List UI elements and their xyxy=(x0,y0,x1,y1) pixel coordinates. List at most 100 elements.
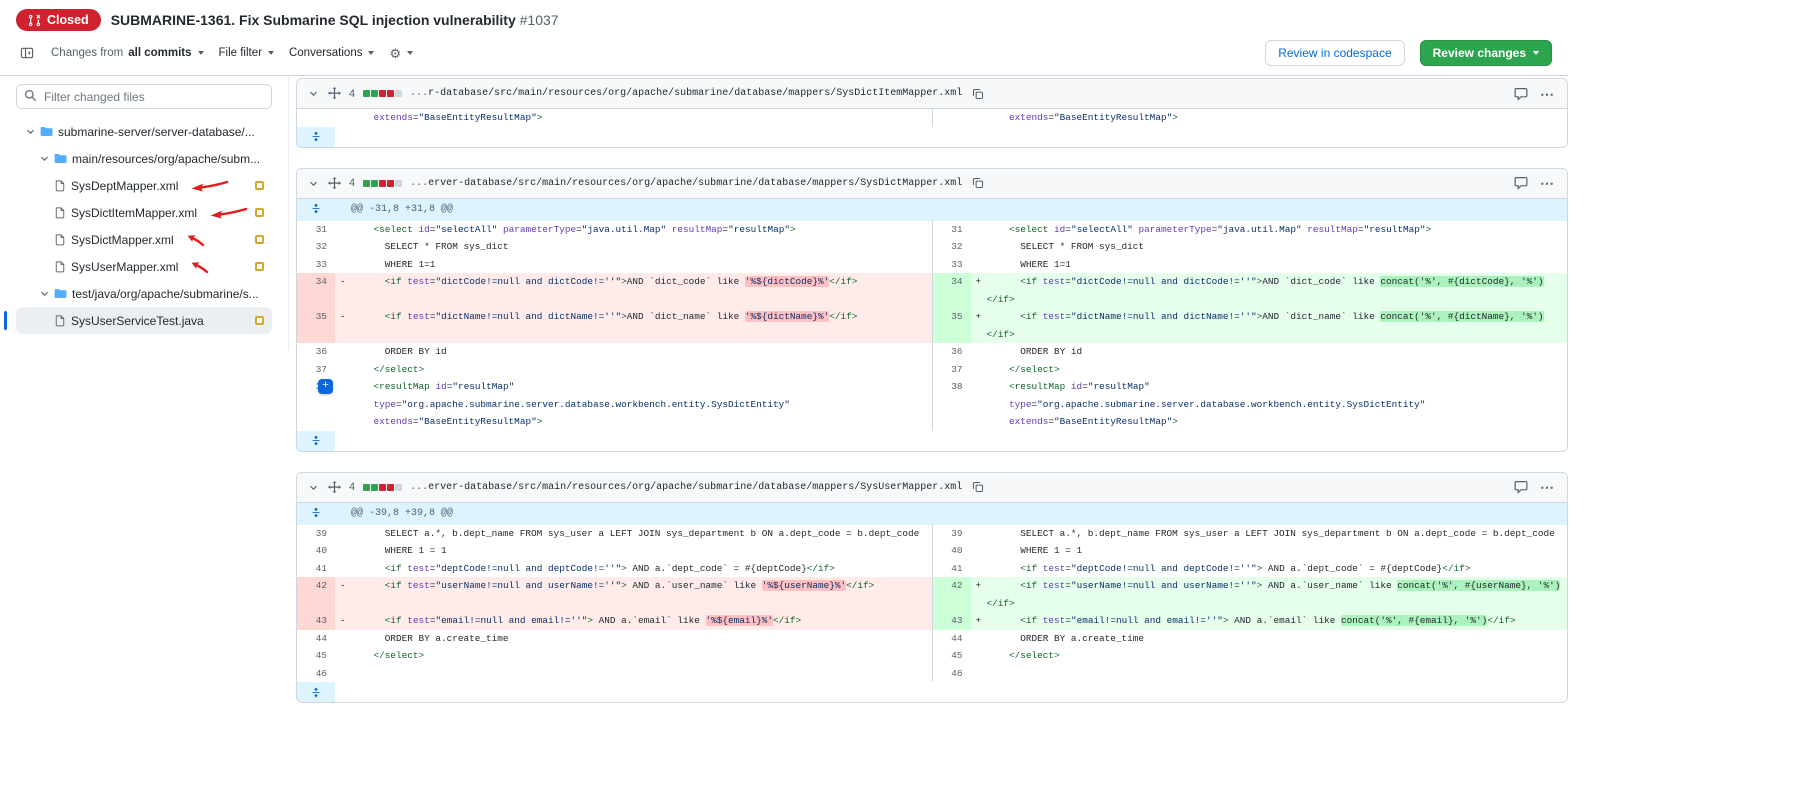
file-kebab-button[interactable]: ⋯ xyxy=(1538,88,1557,100)
line-number[interactable]: 33 xyxy=(933,256,971,274)
expand-hunk-button[interactable] xyxy=(309,506,323,519)
line-number[interactable]: 36 xyxy=(933,343,971,361)
code-token: "resultMap" xyxy=(1364,224,1426,235)
unfold-icon xyxy=(311,686,321,699)
code-line: SELECT a.*, b.dept_name FROM sys_user a … xyxy=(335,525,932,543)
line-number[interactable]: 31 xyxy=(297,221,335,239)
tree-folder-test-java-org-apache-submarine-s[interactable]: test/java/org/apache/submarine/s... xyxy=(16,280,272,307)
copy-path-button[interactable] xyxy=(970,86,986,102)
line-number[interactable]: 44 xyxy=(297,630,335,648)
viewed-checkbox[interactable] xyxy=(255,208,264,217)
code-token xyxy=(351,311,385,322)
diff-sign: + xyxy=(976,308,982,326)
code-token xyxy=(351,563,385,574)
expand-hunk-button[interactable] xyxy=(309,202,323,215)
file-comment-button[interactable] xyxy=(1512,478,1530,496)
diff-settings-dropdown[interactable]: ⚙ xyxy=(389,47,413,60)
viewed-checkbox[interactable] xyxy=(255,262,264,271)
diffstat-block xyxy=(395,90,402,97)
line-number[interactable]: 42 xyxy=(297,577,335,612)
line-number[interactable]: 39 xyxy=(297,525,335,543)
line-number[interactable]: 46 xyxy=(297,665,335,683)
line-number[interactable]: 36 xyxy=(297,343,335,361)
diff-cell-new: 46 xyxy=(932,665,1568,683)
line-number[interactable]: 38 xyxy=(933,378,971,396)
line-number[interactable]: 34 xyxy=(933,273,971,308)
code-token: "java.util.Map" xyxy=(582,224,666,235)
line-number[interactable]: 37 xyxy=(933,361,971,379)
file-comment-button[interactable] xyxy=(1512,174,1530,192)
line-number[interactable]: 45 xyxy=(933,647,971,665)
viewed-checkbox[interactable] xyxy=(255,316,264,325)
line-number[interactable]: 34 xyxy=(297,273,335,308)
line-number[interactable]: 44 xyxy=(933,630,971,648)
review-changes-button[interactable]: Review changes xyxy=(1420,40,1552,66)
commits-dropdown[interactable]: Changes from all commits xyxy=(51,47,204,59)
line-number[interactable]: 40 xyxy=(297,542,335,560)
copy-path-button[interactable] xyxy=(970,175,986,191)
collapse-file-button[interactable] xyxy=(307,481,320,494)
line-number[interactable]: 32 xyxy=(297,238,335,256)
code-token: AND a.`user_name` like xyxy=(1262,580,1397,591)
viewed-checkbox[interactable] xyxy=(255,181,264,190)
tree-folder-main-resources-org-apache-subm[interactable]: main/resources/org/apache/subm... xyxy=(16,145,272,172)
line-number[interactable]: 43 xyxy=(933,612,971,630)
line-number[interactable]: 41 xyxy=(297,560,335,578)
line-number[interactable] xyxy=(933,413,971,431)
expand-diff-button[interactable] xyxy=(297,431,335,451)
diffstat-block xyxy=(371,484,378,491)
line-number[interactable]: 35 xyxy=(297,308,335,343)
tree-file-sysusermapper-xml[interactable]: SysUserMapper.xml xyxy=(16,253,272,280)
file-path-text: erver-database/src/main/resources/org/ap… xyxy=(428,482,962,493)
code-line xyxy=(971,665,1568,683)
tree-file-sysuserservicetest-java[interactable]: SysUserServiceTest.java xyxy=(16,307,272,334)
tree-file-sysdictitemmapper-xml[interactable]: SysDictItemMapper.xml xyxy=(16,199,272,226)
line-number[interactable]: 41 xyxy=(933,560,971,578)
viewed-checkbox[interactable] xyxy=(255,235,264,244)
code-token: <if xyxy=(385,276,402,287)
chevron-down-icon xyxy=(268,51,274,55)
tree-file-sysdictmapper-xml[interactable]: SysDictMapper.xml xyxy=(16,226,272,253)
line-number[interactable] xyxy=(297,413,335,431)
line-number[interactable]: 43 xyxy=(297,612,335,630)
tree-file-sysdeptmapper-xml[interactable]: SysDeptMapper.xml xyxy=(16,172,272,199)
line-number[interactable] xyxy=(933,396,971,414)
line-number[interactable]: 39 xyxy=(933,525,971,543)
file-filter-box xyxy=(16,84,272,109)
line-number[interactable] xyxy=(933,109,971,127)
code-line: + <if test="dictName!=null and dictName!… xyxy=(971,308,1568,343)
sidebar-toggle-button[interactable] xyxy=(18,44,36,62)
code-token: </if> xyxy=(807,563,835,574)
expand-diff-button[interactable] xyxy=(297,127,335,147)
expand-diff-button[interactable] xyxy=(297,682,335,702)
line-number[interactable]: 37 xyxy=(297,361,335,379)
file-filter-dropdown[interactable]: File filter xyxy=(219,47,274,59)
line-number[interactable]: 35 xyxy=(933,308,971,343)
comment-icon xyxy=(1514,480,1528,494)
code-token: extends xyxy=(1009,416,1048,427)
add-comment-button[interactable]: + xyxy=(318,379,333,394)
file-comment-button[interactable] xyxy=(1512,85,1530,103)
conversations-dropdown[interactable]: Conversations xyxy=(289,47,375,59)
file-kebab-button[interactable]: ⋯ xyxy=(1538,481,1557,493)
collapse-file-button[interactable] xyxy=(307,87,320,100)
line-number[interactable]: 42 xyxy=(933,577,971,612)
tree-folder-submarine-server-server-database[interactable]: submarine-server/server-database/... xyxy=(16,118,272,145)
line-number[interactable]: 45 xyxy=(297,647,335,665)
line-number[interactable]: 40 xyxy=(933,542,971,560)
code-line: - <if test="dictCode!=null and dictCode!… xyxy=(335,273,932,308)
tree-item-label: SysUserMapper.xml xyxy=(71,260,178,274)
line-number[interactable]: 32 xyxy=(933,238,971,256)
file-kebab-button[interactable]: ⋯ xyxy=(1538,177,1557,189)
copy-path-button[interactable] xyxy=(970,479,986,495)
collapse-file-button[interactable] xyxy=(307,177,320,190)
pr-closed-icon xyxy=(28,14,41,27)
file-filter-input[interactable] xyxy=(16,84,272,109)
line-number[interactable]: 33 xyxy=(297,256,335,274)
line-number[interactable] xyxy=(297,396,335,414)
line-number[interactable] xyxy=(297,109,335,127)
code-token: test xyxy=(1043,615,1066,626)
line-number[interactable]: 46 xyxy=(933,665,971,683)
review-in-codespace-button[interactable]: Review in codespace xyxy=(1265,40,1404,66)
line-number[interactable]: 31 xyxy=(933,221,971,239)
